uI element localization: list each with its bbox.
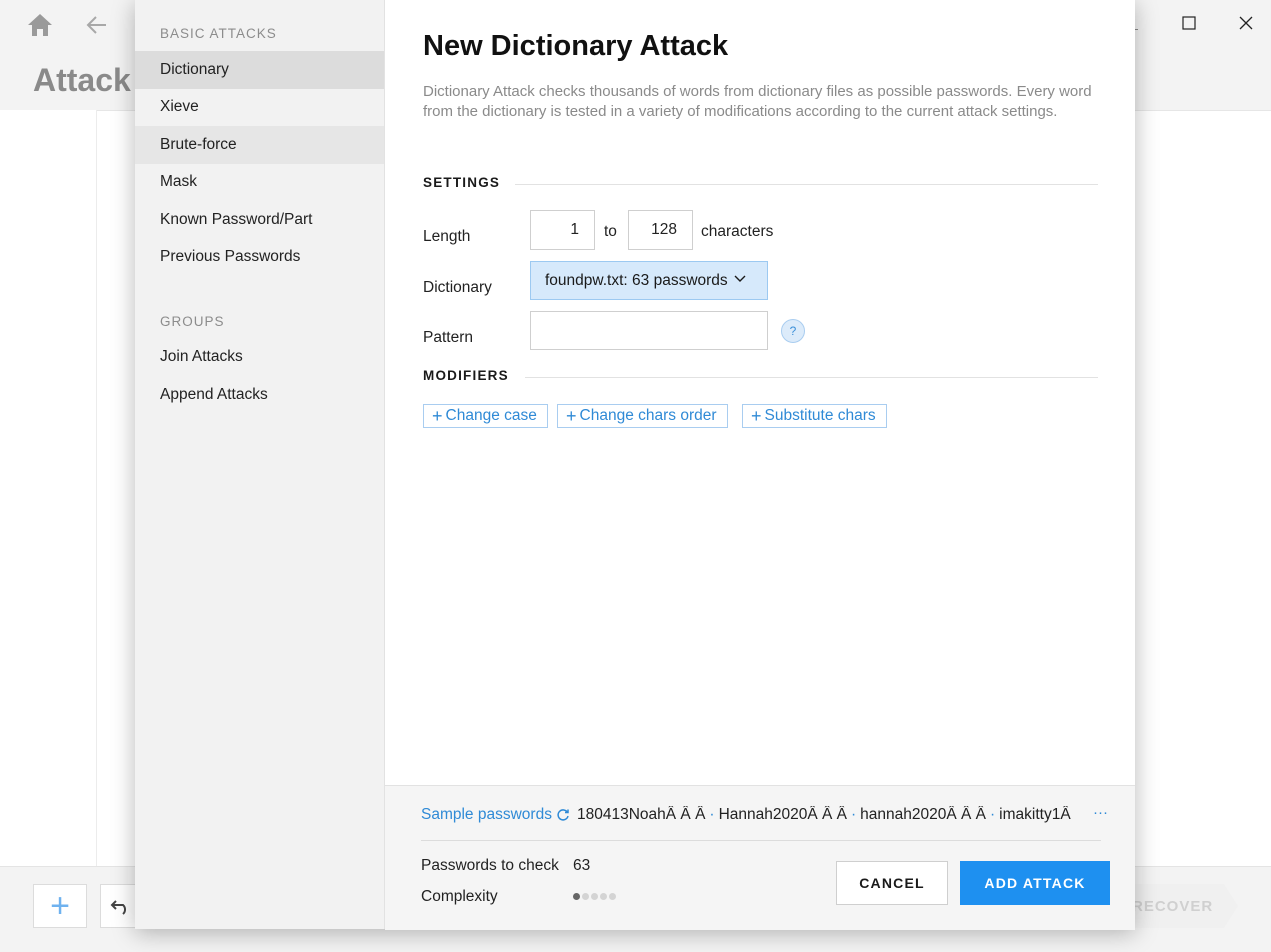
plus-icon: + xyxy=(566,406,577,426)
sample-password: 180413NoahÂ Â Â xyxy=(577,806,706,823)
dictionary-value: foundpw.txt: 63 passwords xyxy=(545,271,728,289)
groups-heading: GROUPS xyxy=(160,314,225,329)
length-min-input[interactable]: 1 xyxy=(530,210,595,250)
pattern-input[interactable] xyxy=(530,311,768,350)
chevron-down-icon xyxy=(734,275,746,282)
sidebar-item-append-attacks[interactable]: Append Attacks xyxy=(135,376,384,414)
substitute-chars-button[interactable]: + Substitute chars xyxy=(742,404,887,428)
settings-heading: SETTINGS xyxy=(423,175,501,190)
page-title: Attack xyxy=(33,62,131,98)
sample-passwords-list: 180413NoahÂ Â Â · Hannah2020Â Â Â · hannah20… xyxy=(577,806,1097,824)
add-attack-button[interactable]: ADD ATTACK xyxy=(960,861,1110,905)
length-to-label: to xyxy=(604,223,617,240)
help-icon[interactable]: ? xyxy=(781,319,805,343)
complexity-dot xyxy=(609,893,616,900)
dialog-title: New Dictionary Attack xyxy=(423,30,729,62)
sample-password: imakitty1Â xyxy=(999,806,1071,823)
basic-attacks-heading: BASIC ATTACKS xyxy=(160,26,277,41)
change-chars-order-button[interactable]: + Change chars order xyxy=(557,404,728,428)
modifiers-heading: MODIFIERS xyxy=(423,368,509,383)
separator-dot: · xyxy=(990,806,996,823)
separator-dot: · xyxy=(850,806,857,823)
background-panel xyxy=(0,110,97,866)
complexity-dot xyxy=(591,893,598,900)
maximize-icon[interactable] xyxy=(1169,8,1209,38)
sidebar-item-known-password[interactable]: Known Password/Part xyxy=(135,201,384,239)
sidebar-item-xieve[interactable]: Xieve xyxy=(135,88,384,126)
passwords-to-check-label: Passwords to check xyxy=(421,857,559,874)
close-icon[interactable] xyxy=(1226,8,1266,38)
length-max-input[interactable]: 128 xyxy=(628,210,693,250)
length-unit-label: characters xyxy=(701,223,774,240)
new-attack-dialog: BASIC ATTACKS Dictionary Xieve Brute-for… xyxy=(135,0,1135,930)
recover-button[interactable]: RECOVER xyxy=(1120,884,1238,928)
complexity-dot xyxy=(573,893,580,900)
modifiers-divider xyxy=(525,377,1098,378)
home-icon[interactable] xyxy=(26,12,54,38)
complexity-meter xyxy=(573,893,616,900)
change-case-button[interactable]: + Change case xyxy=(423,404,548,428)
substitute-chars-label: Substitute chars xyxy=(764,407,876,424)
dialog-footer: Sample passwords 180413NoahÂ Â Â · Hannah2… xyxy=(385,785,1135,930)
sample-passwords-link[interactable]: Sample passwords xyxy=(421,806,570,824)
dialog-description: Dictionary Attack checks thousands of wo… xyxy=(423,83,1092,120)
attack-settings-panel: New Dictionary Attack Dictionary Attack … xyxy=(385,0,1135,785)
separator-dot: · xyxy=(709,806,715,823)
change-chars-order-label: Change chars order xyxy=(579,407,717,424)
complexity-dot xyxy=(582,893,589,900)
sample-passwords-label: Sample passwords xyxy=(421,806,552,823)
sample-password: Hannah2020Â Â Â xyxy=(718,806,847,823)
complexity-label: Complexity xyxy=(421,888,498,905)
undo-icon[interactable] xyxy=(100,884,140,928)
footer-divider xyxy=(421,840,1101,841)
add-icon[interactable]: + xyxy=(33,884,87,928)
attack-type-sidebar: BASIC ATTACKS Dictionary Xieve Brute-for… xyxy=(135,0,385,929)
sidebar-item-previous-passwords[interactable]: Previous Passwords xyxy=(135,238,384,276)
plus-icon: + xyxy=(751,406,762,426)
back-arrow-icon[interactable] xyxy=(84,12,110,38)
plus-icon: + xyxy=(432,406,443,426)
more-samples-icon[interactable]: ··· xyxy=(1093,804,1108,821)
sidebar-item-mask[interactable]: Mask xyxy=(135,163,384,201)
complexity-dot xyxy=(600,893,607,900)
length-label: Length xyxy=(423,228,471,245)
sample-password: hannah2020Â Â Â xyxy=(860,806,986,823)
sidebar-item-brute-force[interactable]: Brute-force xyxy=(135,126,384,164)
dictionary-label: Dictionary xyxy=(423,279,492,296)
settings-divider xyxy=(515,184,1098,185)
sidebar-item-dictionary[interactable]: Dictionary xyxy=(135,51,384,89)
change-case-label: Change case xyxy=(445,407,537,424)
cancel-button[interactable]: CANCEL xyxy=(836,861,948,905)
dictionary-dropdown[interactable]: foundpw.txt: 63 passwords xyxy=(530,261,768,300)
refresh-icon xyxy=(557,809,569,821)
passwords-to-check-value: 63 xyxy=(573,857,591,874)
pattern-label: Pattern xyxy=(423,329,473,346)
sidebar-item-join-attacks[interactable]: Join Attacks xyxy=(135,338,384,376)
